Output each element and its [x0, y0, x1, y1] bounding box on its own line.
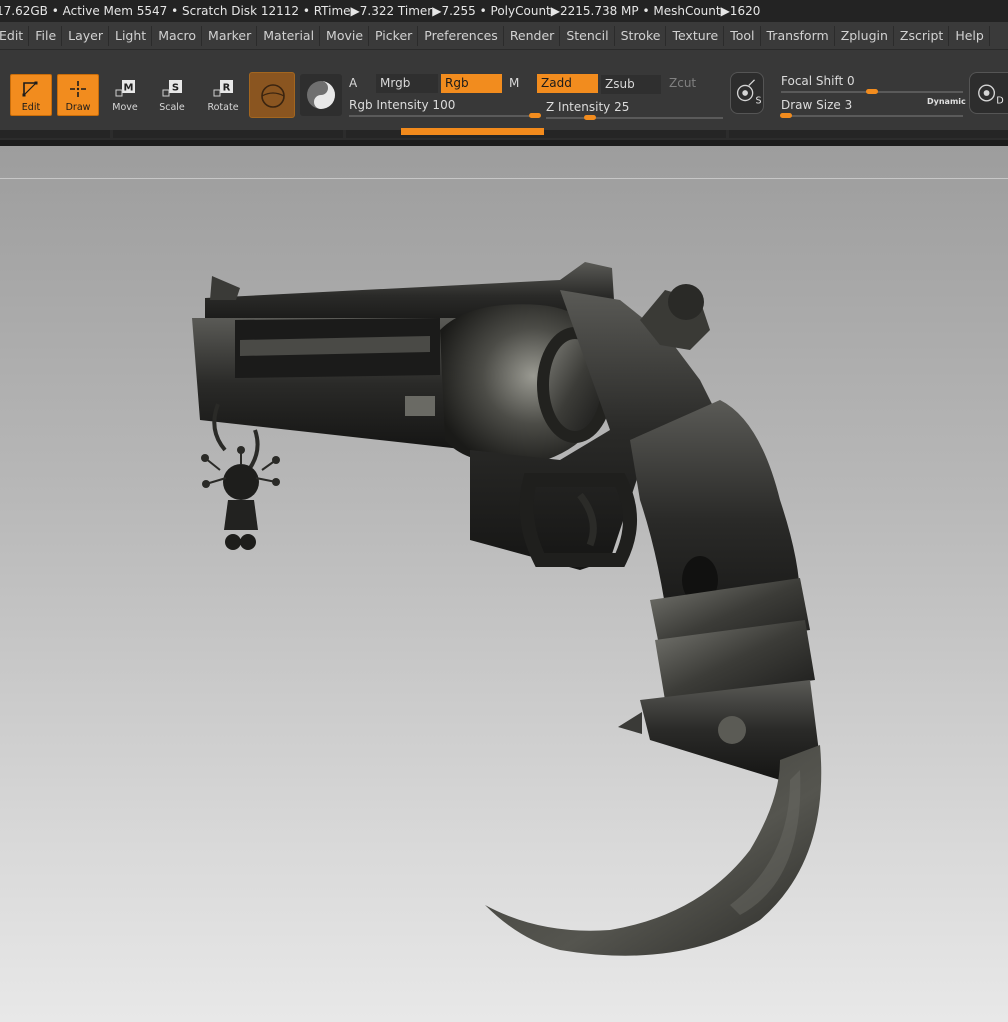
z-intensity-label: Z Intensity 25: [546, 100, 630, 114]
texture-sphere-icon: [307, 81, 335, 109]
rotate-button[interactable]: R Rotate: [202, 74, 244, 116]
z-intensity-slider[interactable]: [546, 117, 723, 119]
focal-shift-knob[interactable]: [866, 89, 878, 94]
material-swatch[interactable]: [249, 72, 295, 118]
dynamesh-mode-button[interactable]: D: [969, 72, 1008, 114]
scale-icon: S: [162, 79, 182, 96]
menu-render[interactable]: Render: [505, 25, 561, 46]
menu-bar: Edit File Layer Light Macro Marker Mater…: [0, 22, 1008, 50]
status-text: 17.62GB • Active Mem 5547 • Scratch Disk…: [0, 4, 761, 18]
rgb-intensity-slider[interactable]: [349, 115, 535, 117]
focal-shift-label: Focal Shift 0: [781, 74, 855, 88]
rgb-active-indicator: [401, 128, 544, 135]
menu-material[interactable]: Material: [258, 25, 321, 46]
edit-label: Edit: [21, 101, 41, 113]
menu-file[interactable]: File: [30, 25, 63, 46]
menu-stroke[interactable]: Stroke: [616, 25, 667, 46]
grip-bands: [618, 578, 820, 780]
document-canvas[interactable]: [0, 146, 1008, 1022]
menu-light[interactable]: Light: [110, 25, 153, 46]
draw-icon: [70, 80, 86, 97]
toolbar: Edit Draw M Move S Scale R Rotate A Mrgb…: [0, 50, 1008, 130]
menu-picker[interactable]: Picker: [370, 25, 419, 46]
move-button[interactable]: M Move: [104, 74, 146, 116]
move-key: M: [124, 82, 134, 93]
menu-movie[interactable]: Movie: [321, 25, 370, 46]
m-button[interactable]: M: [505, 74, 535, 93]
revolver-model[interactable]: [0, 146, 1008, 1022]
mrgb-button[interactable]: Mrgb: [376, 74, 438, 93]
scale-key: S: [172, 82, 179, 93]
zsub-button[interactable]: Zsub: [601, 75, 661, 94]
rotate-label: Rotate: [207, 101, 239, 113]
rotate-key: R: [223, 82, 231, 93]
rgb-intensity-knob[interactable]: [529, 113, 541, 118]
rotate-icon: R: [213, 79, 233, 96]
sculptris-mode-button[interactable]: S: [730, 72, 764, 114]
sculptris-icon: S: [736, 79, 761, 106]
menu-edit[interactable]: Edit: [0, 25, 30, 46]
menu-help[interactable]: Help: [950, 25, 990, 46]
menu-zscript[interactable]: Zscript: [895, 25, 950, 46]
texture-swatch[interactable]: [300, 74, 342, 116]
rgb-intensity-label: Rgb Intensity 100: [349, 98, 456, 112]
rgb-button[interactable]: Rgb: [441, 74, 502, 93]
scale-button[interactable]: S Scale: [151, 74, 193, 116]
menu-layer[interactable]: Layer: [63, 25, 109, 46]
a-button[interactable]: A: [345, 74, 373, 93]
z-intensity-knob[interactable]: [584, 115, 596, 120]
menu-stencil[interactable]: Stencil: [561, 25, 615, 46]
toolbar-bottom-strip: [0, 128, 1008, 140]
scale-label: Scale: [159, 101, 185, 113]
menu-marker[interactable]: Marker: [203, 25, 258, 46]
zcut-button[interactable]: Zcut: [665, 74, 723, 93]
dynamesh-icon: D: [978, 84, 1004, 107]
move-label: Move: [112, 101, 138, 113]
menu-tool[interactable]: Tool: [725, 25, 761, 46]
menu-zplugin[interactable]: Zplugin: [836, 25, 894, 46]
d-icon-letter: D: [996, 96, 1004, 107]
menu-texture[interactable]: Texture: [667, 25, 725, 46]
draw-label: Draw: [65, 101, 91, 113]
material-sphere-icon: [261, 84, 285, 108]
menu-transform[interactable]: Transform: [762, 25, 835, 46]
status-bar: 17.62GB • Active Mem 5547 • Scratch Disk…: [0, 0, 1008, 22]
draw-size-label: Draw Size 3: [781, 98, 853, 112]
draw-size-slider[interactable]: [781, 115, 963, 117]
menu-macro[interactable]: Macro: [153, 25, 203, 46]
draw-size-knob[interactable]: [780, 113, 792, 118]
edit-icon: [22, 81, 38, 96]
zadd-button[interactable]: Zadd: [537, 74, 598, 93]
menu-preferences[interactable]: Preferences: [419, 25, 504, 46]
s-icon-letter: S: [755, 95, 761, 106]
move-icon: M: [115, 79, 135, 96]
edit-button[interactable]: Edit: [10, 74, 52, 116]
draw-button[interactable]: Draw: [57, 74, 99, 116]
dynamic-toggle[interactable]: Dynamic: [927, 97, 966, 106]
